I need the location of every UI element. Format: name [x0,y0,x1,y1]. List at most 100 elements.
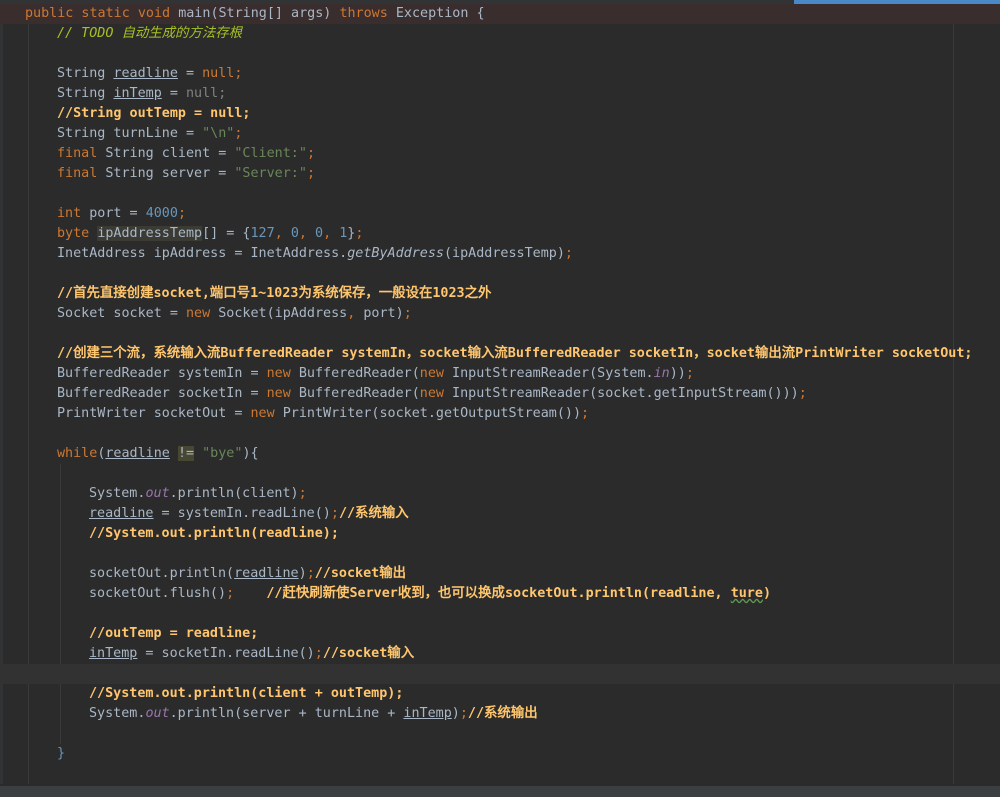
code-text: byte ipAddressTemp[] = {127, 0, 0, 1}; [57,224,363,244]
code-token: "Server:" [234,166,307,181]
code-token: //socket输入 [322,646,415,661]
code-token: //首先直接创建socket,端口号1~1023为系统保存，一般设在1023之外 [57,286,492,301]
code-token: BufferedReader socketIn = [57,386,267,401]
code-token: socketOut.println( [89,566,235,581]
code-token: while [57,446,98,461]
code-line-comment-streams[interactable]: //创建三个流，系统输入流BufferedReader systemIn，soc… [0,344,1000,364]
code-line-decl-port[interactable]: int port = 4000; [0,204,1000,224]
code-token: //System.out.println(readline); [89,526,339,541]
code-token: port) [363,306,404,321]
code-text: System.out.println(client); [89,484,307,504]
code-token: = socketIn.readLine() [137,646,315,661]
code-token: new [250,406,283,421]
code-text: while(readline != "bye"){ [57,444,259,464]
code-line-caret-line[interactable] [0,664,1000,684]
code-token: readline [234,566,299,581]
code-token: InetAddress ipAddress = InetAddress. [57,246,348,261]
code-line-blank-8[interactable] [0,604,1000,624]
code-text: //创建三个流，系统输入流BufferedReader systemIn，soc… [57,344,973,364]
code-line-decl-readline[interactable]: String readline = null; [0,64,1000,84]
code-line-blank-9[interactable] [0,724,1000,744]
code-token: (String[] args) [210,6,340,21]
code-line-blank-5[interactable] [0,424,1000,444]
code-line-blank-1[interactable] [0,44,1000,64]
code-line-assign-readline[interactable]: readline = systemIn.readLine();//系统输入 [0,504,1000,524]
code-token: != [177,446,195,461]
code-text: //System.out.println(readline); [89,524,339,544]
code-line-comment-outtemp[interactable]: //String outTemp = null; [0,104,1000,124]
code-text: int port = 4000; [57,204,186,224]
code-token: = [161,86,186,101]
code-token: byte [57,226,98,241]
code-line-while-close[interactable]: } [0,744,1000,764]
code-token: in [653,366,670,381]
code-token: [] = { [202,226,251,241]
code-token: PrintWriter socketOut = [57,406,251,421]
code-token: throws [339,6,396,21]
code-line-decl-socketout[interactable]: PrintWriter socketOut = new PrintWriter(… [0,404,1000,424]
code-text: String turnLine = "\n"; [57,124,242,144]
code-token: inTemp [403,706,452,721]
code-text: // TODO 自动生成的方法存根 [57,24,242,44]
code-line-decl-ipaddresstemp[interactable]: byte ipAddressTemp[] = {127, 0, 0, 1}; [0,224,1000,244]
code-token: } [57,746,66,761]
code-token: ; [306,146,315,161]
code-line-socketout-flush[interactable]: socketOut.flush(); //赶快刷新使Server收到，也可以换成… [0,584,1000,604]
code-line-while-header[interactable]: while(readline != "bye"){ [0,444,1000,464]
code-line-socketout-println[interactable]: socketOut.println(readline);//socket输出 [0,564,1000,584]
code-line-decl-socket[interactable]: Socket socket = new Socket(ipAddress, po… [0,304,1000,324]
code-token: ; [177,206,186,221]
code-line-blank-6[interactable] [0,464,1000,484]
code-line-blank-4[interactable] [0,324,1000,344]
code-token: //赶快刷新使Server收到，也可以换成socketOut.println(r… [234,586,731,601]
code-line-decl-server[interactable]: final String server = "Server:"; [0,164,1000,184]
code-token: new [186,306,219,321]
code-token: ; [564,246,573,261]
code-line-decl-socketin[interactable]: BufferedReader socketIn = new BufferedRe… [0,384,1000,404]
code-line-blank-7[interactable] [0,544,1000,564]
code-token: ; [314,646,323,661]
code-token: ; [355,226,364,241]
code-token: String [57,66,114,81]
code-token: , [274,226,291,241]
code-line-decl-turnline[interactable]: String turnLine = "\n"; [0,124,1000,144]
code-token: readline [89,506,154,521]
code-text: Socket socket = new Socket(ipAddress, po… [57,304,412,324]
code-token: inTemp [113,86,162,101]
code-token: InputStreamReader(socket.getInputStream(… [452,386,799,401]
code-token: ipAddressTemp [97,226,203,241]
code-token: port = [89,206,146,221]
code-line-decl-systemin[interactable]: BufferedReader systemIn = new BufferedRe… [0,364,1000,384]
code-line-comment-println-client[interactable]: //System.out.println(client + outTemp); [0,684,1000,704]
code-line-decl-client[interactable]: final String client = "Client:"; [0,144,1000,164]
code-text: public static void main(String[] args) t… [25,4,485,24]
code-line-decl-ipaddress[interactable]: InetAddress ipAddress = InetAddress.getB… [0,244,1000,264]
code-line-println-server[interactable]: System.out.println(server + turnLine + i… [0,704,1000,724]
code-line-println-client[interactable]: System.out.println(client); [0,484,1000,504]
code-token: String turnLine = [57,126,203,141]
horizontal-scrollbar[interactable] [0,786,1000,797]
code-line-decl-intemp[interactable]: String inTemp = null; [0,84,1000,104]
code-token: (ipAddressTemp) [443,246,565,261]
code-line-assign-intemp[interactable]: inTemp = socketIn.readLine();//socket输入 [0,644,1000,664]
code-text: String inTemp = null; [57,84,226,104]
code-line-comment-println-readline[interactable]: //System.out.println(readline); [0,524,1000,544]
code-token: readline [113,66,178,81]
code-token: , [347,306,364,321]
code-token: ; [459,706,468,721]
code-line-todo-comment[interactable]: // TODO 自动生成的方法存根 [0,24,1000,44]
code-line-blank-3[interactable] [0,264,1000,284]
code-token: ; [298,486,307,501]
code-token: ; [798,386,807,401]
code-token: = [177,66,203,81]
code-line-method-signature[interactable]: public static void main(String[] args) t… [0,4,1000,24]
code-line-blank-2[interactable] [0,184,1000,204]
code-token: BufferedReader( [298,366,420,381]
code-line-comment-outtemp-assign[interactable]: //outTemp = readline; [0,624,1000,644]
code-text: socketOut.flush(); //赶快刷新使Server收到，也可以换成… [89,584,771,604]
code-line-comment-socket[interactable]: //首先直接创建socket,端口号1~1023为系统保存，一般设在1023之外 [0,284,1000,304]
code-token: , [323,226,340,241]
code-token: null; [186,86,227,101]
code-text: inTemp = socketIn.readLine();//socket输入 [89,644,414,664]
